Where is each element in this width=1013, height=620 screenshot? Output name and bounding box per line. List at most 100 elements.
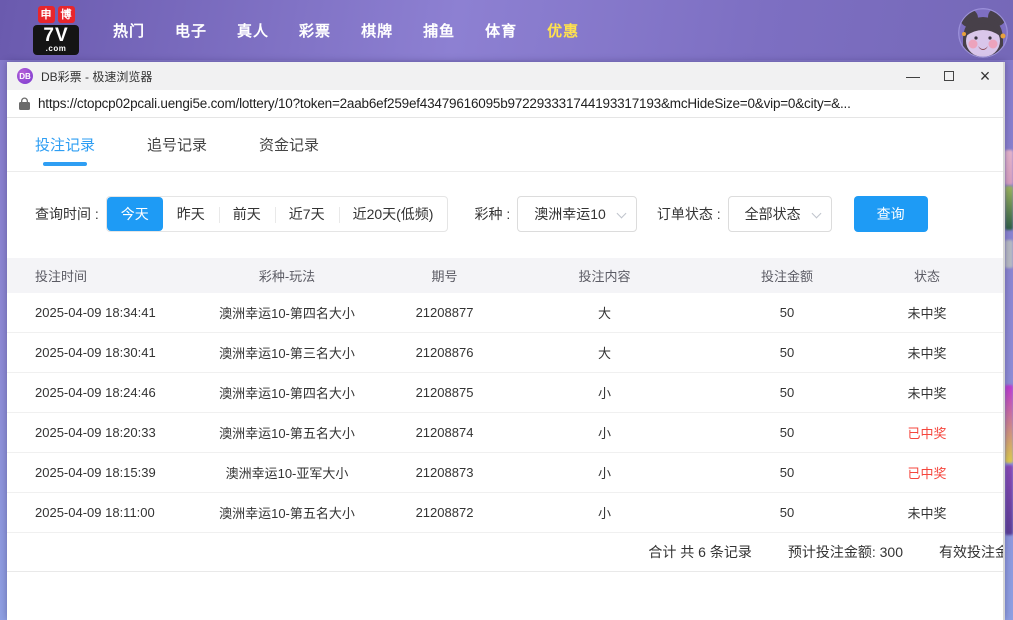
menu-item-hot[interactable]: 热门 <box>98 20 160 41</box>
status-badge: 已中奖 <box>862 463 992 482</box>
background-page-sliver <box>1005 240 1013 268</box>
table-row: 2025-04-09 18:24:46 澳洲幸运10-第四名大小 2120887… <box>7 373 1003 413</box>
search-button[interactable]: 查询 <box>854 196 928 232</box>
table-row: 2025-04-09 18:15:39 澳洲幸运10-亚军大小 21208873… <box>7 453 1003 493</box>
lottery-type-label: 彩种 : <box>474 204 510 224</box>
menu-item-sports[interactable]: 体育 <box>470 20 532 41</box>
summary-expected-amount: 预计投注金额: 300 <box>788 542 903 562</box>
chevron-down-icon <box>616 209 626 219</box>
query-time-label: 查询时间 : <box>35 204 99 224</box>
bet-records-table: 投注时间 彩种-玩法 期号 投注内容 投注金额 状态 2025-04-09 18… <box>7 258 1003 572</box>
tab-fund-records[interactable]: 资金记录 <box>259 118 319 171</box>
logo-badge-2: 博 <box>58 6 75 23</box>
cell-period: 21208877 <box>392 305 497 320</box>
menu-item-cards[interactable]: 棋牌 <box>346 20 408 41</box>
col-header-time: 投注时间 <box>7 266 182 285</box>
cell-play: 澳洲幸运10-第五名大小 <box>182 503 392 522</box>
cell-amount: 50 <box>712 345 862 360</box>
user-avatar[interactable] <box>958 8 1008 58</box>
status-badge: 未中奖 <box>862 383 992 402</box>
logo-badges: 申 博 <box>38 6 75 23</box>
close-button[interactable]: × <box>967 62 1003 90</box>
cell-time: 2025-04-09 18:30:41 <box>7 345 182 360</box>
order-status-label: 订单状态 : <box>657 204 721 224</box>
site-logo[interactable]: 申 博 7V .com <box>30 6 82 55</box>
table-row: 2025-04-09 18:20:33 澳洲幸运10-第五名大小 2120887… <box>7 413 1003 453</box>
table-summary-row: 合计 共 6 条记录 预计投注金额: 300 有效投注金 <box>7 533 1003 572</box>
address-bar[interactable]: https://ctopcp02pcali.uengi5e.com/lotter… <box>7 90 1003 118</box>
cell-content: 大 <box>497 303 712 322</box>
site-top-nav: 申 博 7V .com 热门 电子 真人 彩票 棋牌 捕鱼 体育 优惠 <box>0 0 1013 60</box>
col-header-content: 投注内容 <box>497 266 712 285</box>
cell-time: 2025-04-09 18:11:00 <box>7 505 182 520</box>
maximize-icon <box>944 71 954 81</box>
background-page-sliver <box>1005 465 1013 535</box>
cell-play: 澳洲幸运10-第四名大小 <box>182 303 392 322</box>
cell-period: 21208876 <box>392 345 497 360</box>
logo-brand-text: 7V <box>37 26 75 45</box>
background-page-sliver <box>1005 186 1013 230</box>
menu-item-fishing[interactable]: 捕鱼 <box>408 20 470 41</box>
col-header-status: 状态 <box>862 266 992 285</box>
cell-amount: 50 <box>712 305 862 320</box>
cell-amount: 50 <box>712 425 862 440</box>
minimize-button[interactable]: — <box>895 62 931 90</box>
background-page-sliver <box>1005 385 1013 463</box>
tab-bet-records[interactable]: 投注记录 <box>35 118 95 171</box>
window-titlebar: DB DB彩票 - 极速浏览器 — × <box>7 62 1003 90</box>
logo-box: 7V .com <box>33 25 79 55</box>
menu-item-lottery[interactable]: 彩票 <box>284 20 346 41</box>
cell-play: 澳洲幸运10-亚军大小 <box>182 463 392 482</box>
cell-play: 澳洲幸运10-第五名大小 <box>182 423 392 442</box>
background-page-sliver <box>1005 150 1013 185</box>
time-range-group: 今天 昨天 前天 近7天 近20天(低频) <box>106 196 449 232</box>
table-row: 2025-04-09 18:30:41 澳洲幸运10-第三名大小 2120887… <box>7 333 1003 373</box>
cell-period: 21208874 <box>392 425 497 440</box>
cell-play: 澳洲幸运10-第四名大小 <box>182 383 392 402</box>
menu-item-slots[interactable]: 电子 <box>160 20 222 41</box>
maximize-button[interactable] <box>931 62 967 90</box>
tab-chase-records[interactable]: 追号记录 <box>147 118 207 171</box>
cell-period: 21208873 <box>392 465 497 480</box>
cell-content: 大 <box>497 343 712 362</box>
summary-valid-amount: 有效投注金 <box>939 542 1003 562</box>
chevron-down-icon <box>811 209 821 219</box>
cell-content: 小 <box>497 503 712 522</box>
table-row: 2025-04-09 18:11:00 澳洲幸运10-第五名大小 2120887… <box>7 493 1003 533</box>
cell-amount: 50 <box>712 465 862 480</box>
cell-content: 小 <box>497 423 712 442</box>
status-badge: 未中奖 <box>862 303 992 322</box>
time-option-20days[interactable]: 近20天(低频) <box>339 197 448 231</box>
col-header-period: 期号 <box>392 266 497 285</box>
order-status-value: 全部状态 <box>745 204 801 224</box>
url-text[interactable]: https://ctopcp02pcali.uengi5e.com/lotter… <box>38 96 851 111</box>
cell-time: 2025-04-09 18:34:41 <box>7 305 182 320</box>
cell-time: 2025-04-09 18:15:39 <box>7 465 182 480</box>
time-option-today[interactable]: 今天 <box>107 197 163 231</box>
time-option-7days[interactable]: 近7天 <box>275 197 339 231</box>
status-badge: 已中奖 <box>862 423 992 442</box>
summary-record-count: 合计 共 6 条记录 <box>648 542 751 562</box>
lottery-type-value: 澳洲幸运10 <box>534 204 606 224</box>
time-option-yesterday[interactable]: 昨天 <box>163 197 219 231</box>
cell-play: 澳洲幸运10-第三名大小 <box>182 343 392 362</box>
site-menu: 热门 电子 真人 彩票 棋牌 捕鱼 体育 优惠 <box>98 20 594 41</box>
cell-content: 小 <box>497 383 712 402</box>
cell-content: 小 <box>497 463 712 482</box>
lottery-type-select[interactable]: 澳洲幸运10 <box>517 196 637 232</box>
window-controls: — × <box>895 62 1003 90</box>
col-header-play: 彩种-玩法 <box>182 266 392 285</box>
app-icon: DB <box>17 68 33 84</box>
menu-item-live[interactable]: 真人 <box>222 20 284 41</box>
status-badge: 未中奖 <box>862 343 992 362</box>
logo-domain-text: .com <box>37 45 75 53</box>
cell-time: 2025-04-09 18:20:33 <box>7 425 182 440</box>
window-title: DB彩票 - 极速浏览器 <box>41 68 152 85</box>
record-tabs: 投注记录 追号记录 资金记录 <box>7 118 1003 172</box>
order-status-select[interactable]: 全部状态 <box>728 196 832 232</box>
logo-badge-1: 申 <box>38 6 55 23</box>
filter-bar: 查询时间 : 今天 昨天 前天 近7天 近20天(低频) 彩种 : 澳洲幸运10… <box>35 196 1003 232</box>
time-option-day-before[interactable]: 前天 <box>219 197 275 231</box>
menu-item-promo[interactable]: 优惠 <box>532 20 594 41</box>
browser-window: DB DB彩票 - 极速浏览器 — × https://ctopcp02pcal… <box>7 62 1005 620</box>
